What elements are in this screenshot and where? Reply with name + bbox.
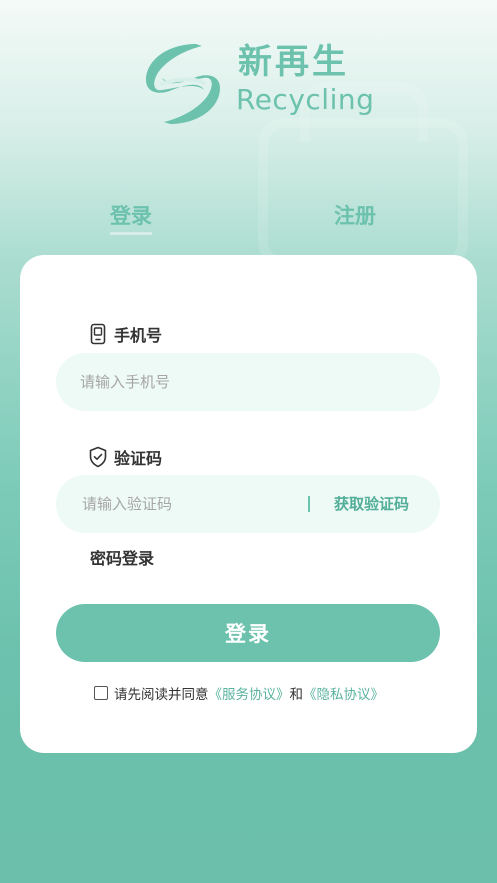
agreement-prefix: 请先阅读并同意 — [114, 687, 209, 703]
phone-field[interactable] — [56, 353, 440, 411]
get-code-button[interactable]: 获取验证码 — [334, 475, 409, 533]
agreement-row: 请先阅读并同意 《服务协议》 和 《隐私协议》 — [94, 683, 384, 703]
background-bag-illustration — [258, 118, 468, 268]
shield-check-icon — [88, 446, 108, 468]
phone-input[interactable] — [80, 353, 420, 411]
code-label-text: 验证码 — [114, 449, 163, 468]
brand-name-cn: 新再生 — [238, 42, 349, 82]
brand-name-en: Recycling — [236, 83, 375, 116]
privacy-agreement-link[interactable]: 《隐私协议》 — [303, 683, 384, 703]
code-input[interactable] — [82, 475, 302, 533]
phone-icon — [88, 323, 108, 345]
login-card: 手机号 验证码 获取验证码 密码登录 登录 请先阅读并同意 《服务协议》 和 《… — [20, 255, 477, 753]
tab-login[interactable]: 登录 — [110, 200, 152, 235]
phone-label-text: 手机号 — [114, 326, 163, 345]
tab-register[interactable]: 注册 — [334, 200, 376, 232]
service-agreement-link[interactable]: 《服务协议》 — [209, 683, 290, 703]
agreement-and: 和 — [289, 687, 304, 703]
phone-label: 手机号 — [88, 322, 162, 346]
code-label: 验证码 — [88, 445, 162, 469]
login-button[interactable]: 登录 — [56, 604, 440, 662]
agreement-checkbox[interactable] — [94, 686, 108, 700]
code-divider — [308, 496, 310, 512]
brand-logo: 新再生 Recycling — [138, 40, 374, 130]
password-login-link[interactable]: 密码登录 — [90, 545, 154, 569]
recycling-logo-icon — [146, 44, 220, 124]
code-field[interactable]: 获取验证码 — [56, 475, 440, 533]
